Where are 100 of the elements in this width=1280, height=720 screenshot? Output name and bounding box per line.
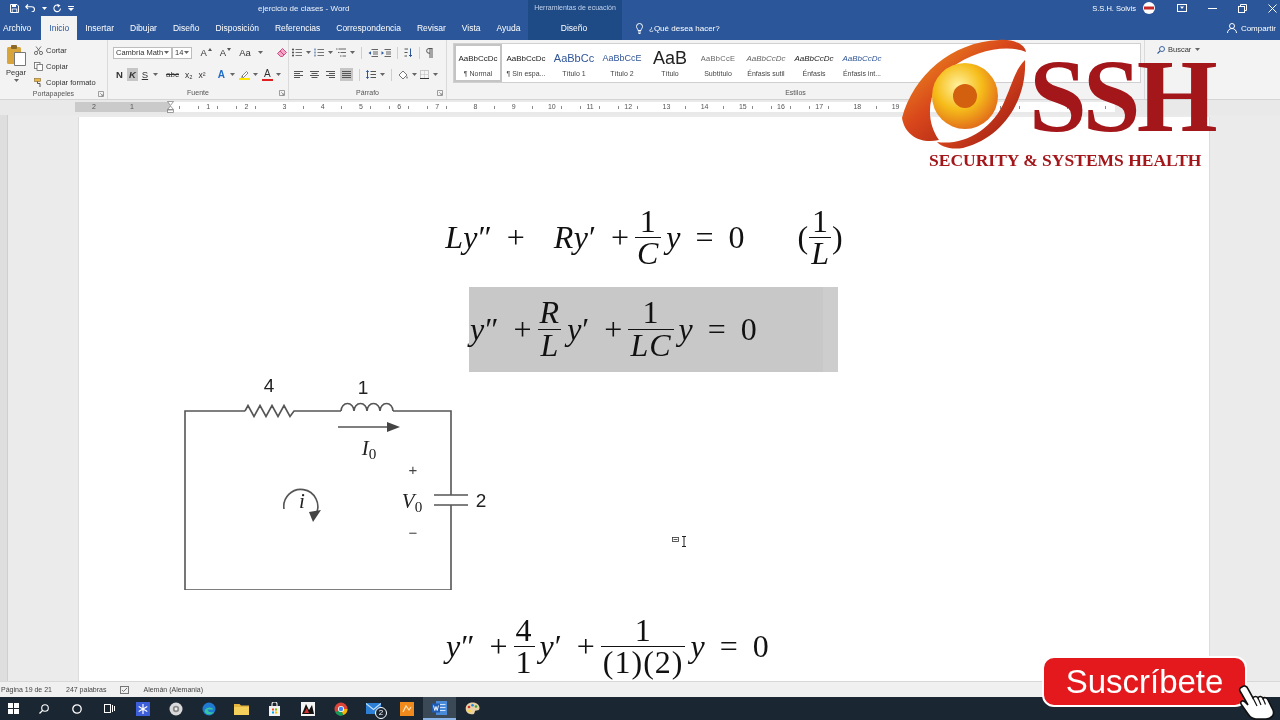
alignment-button[interactable] [324, 68, 337, 81]
caret-icon[interactable] [328, 51, 333, 54]
undo-icon[interactable] [25, 4, 35, 12]
indent-marker-icon[interactable] [167, 101, 174, 113]
ribbon-tab[interactable]: Disposición [207, 16, 267, 40]
scissors-icon [34, 46, 43, 55]
increase-indent-icon[interactable] [381, 48, 391, 57]
ribbon-tab[interactable]: Insertar [77, 16, 122, 40]
save-icon[interactable] [10, 3, 19, 13]
ribbon-tab[interactable]: Vista [453, 16, 489, 40]
taskbar-button[interactable]: 2 [357, 697, 390, 720]
caret-icon[interactable] [14, 79, 19, 82]
ribbon-tab[interactable]: Referencias [266, 16, 329, 40]
component-label: 2 [475, 490, 487, 510]
multilevel-list-icon[interactable] [336, 48, 346, 57]
picture-tile-icon [300, 701, 315, 716]
alignment-button[interactable] [340, 68, 353, 81]
ribbon-display-options-icon[interactable] [1177, 4, 1187, 12]
italic-button[interactable]: K [126, 68, 138, 81]
search-icon [1157, 45, 1165, 54]
ribbon-tab[interactable]: Diseño [552, 16, 596, 40]
caret-icon[interactable] [184, 51, 190, 54]
grow-font-button[interactable]: A [198, 46, 214, 59]
decrease-indent-icon[interactable] [368, 48, 378, 57]
notification-badge: 2 [375, 707, 387, 719]
sort-icon[interactable] [404, 48, 413, 57]
subscript-button[interactable]: x₂ [183, 68, 195, 81]
borders-icon[interactable] [420, 70, 429, 79]
customize-icon[interactable] [68, 5, 74, 11]
avatar-icon[interactable] [1143, 2, 1155, 14]
eraser-icon[interactable] [276, 48, 287, 57]
redo-icon[interactable] [53, 3, 62, 13]
bulleted-list-icon[interactable] [292, 48, 302, 57]
change-case-button[interactable]: Aa [237, 46, 253, 59]
dialog-launcher-icon[interactable] [98, 90, 104, 97]
logo-text: SSH [1029, 57, 1214, 135]
caret-icon[interactable] [306, 51, 311, 54]
ribbon-tab[interactable]: Correspondencia [328, 16, 409, 40]
caret-icon[interactable] [350, 51, 355, 54]
caret-up-icon [207, 48, 212, 51]
dialog-launcher-icon[interactable] [279, 89, 285, 96]
share-button[interactable]: Compartir [1226, 23, 1276, 33]
subscribe-button[interactable]: Suscríbete [1042, 656, 1247, 707]
caret-icon[interactable] [275, 73, 281, 76]
numbered-list-icon[interactable] [314, 48, 324, 57]
close-icon[interactable] [1268, 3, 1277, 13]
alignment-button[interactable] [308, 68, 321, 81]
shrink-font-button[interactable]: A [217, 46, 234, 59]
caret-down-icon [227, 48, 232, 51]
ribbon-tab[interactable]: Archivo [0, 16, 40, 40]
strikethrough-button[interactable]: abc [164, 68, 181, 81]
document-tile-icon [432, 700, 447, 715]
component-label: 1 [357, 377, 369, 397]
minimize-icon[interactable] [1208, 7, 1217, 9]
superscript-button[interactable]: x² [196, 68, 208, 81]
windows-icon[interactable] [8, 703, 19, 714]
disc-icon [168, 701, 183, 716]
caret-icon[interactable] [433, 73, 438, 76]
caret-icon[interactable] [164, 51, 170, 54]
line-spacing-icon[interactable] [366, 70, 376, 79]
caret-icon[interactable] [1195, 48, 1201, 51]
ring-icon[interactable] [71, 703, 82, 714]
caret-icon[interactable] [380, 73, 385, 76]
caret-icon[interactable] [257, 51, 263, 54]
component-label: 4 [263, 375, 275, 395]
taskbar-button[interactable] [423, 697, 456, 720]
text-effects-button[interactable]: A [215, 68, 227, 81]
pilcrow-icon[interactable] [426, 47, 433, 58]
alignment-button[interactable] [292, 68, 305, 81]
segmented-circle-icon [333, 701, 348, 716]
search-icon[interactable] [38, 703, 49, 714]
caret-icon[interactable] [229, 73, 235, 76]
underline-button[interactable]: S [139, 68, 151, 81]
ribbon-tab[interactable]: Dibujar [122, 16, 165, 40]
ribbon-tab[interactable]: Ayuda [488, 16, 529, 40]
text-cursor-icon [672, 536, 687, 547]
ribbon-tab[interactable]: Inicio [41, 16, 78, 40]
font-color-button[interactable]: A [261, 68, 273, 81]
restore-icon[interactable] [1238, 3, 1247, 13]
snowflake-icon [135, 701, 150, 716]
caret-icon[interactable] [412, 73, 417, 76]
logo-tagline: SECURITY & SYSTEMS HEALTH [929, 151, 1202, 169]
align-left-icon [294, 71, 303, 78]
caret-icon[interactable] [42, 6, 47, 10]
eye-logo-icon [901, 38, 1027, 150]
bold-button[interactable]: N [114, 68, 125, 81]
caret-icon[interactable] [252, 73, 258, 76]
dialog-launcher-icon[interactable] [437, 89, 443, 96]
caret-icon[interactable] [153, 73, 159, 76]
ribbon-tab[interactable]: Diseño [164, 16, 208, 40]
proofing-icon[interactable] [120, 685, 130, 694]
tell-me-field[interactable]: ¿Qué desea hacer? [649, 21, 739, 35]
ribbon-tab[interactable]: Revisar [409, 16, 454, 40]
paint-bucket-icon[interactable] [398, 69, 408, 80]
hand-cursor-icon [1236, 684, 1276, 720]
folder-icon [234, 702, 249, 715]
loop-current-label: i [299, 490, 305, 512]
lightbulb-icon [636, 22, 643, 34]
task-view-icon[interactable] [104, 704, 115, 713]
highlighter-icon[interactable] [238, 69, 250, 80]
